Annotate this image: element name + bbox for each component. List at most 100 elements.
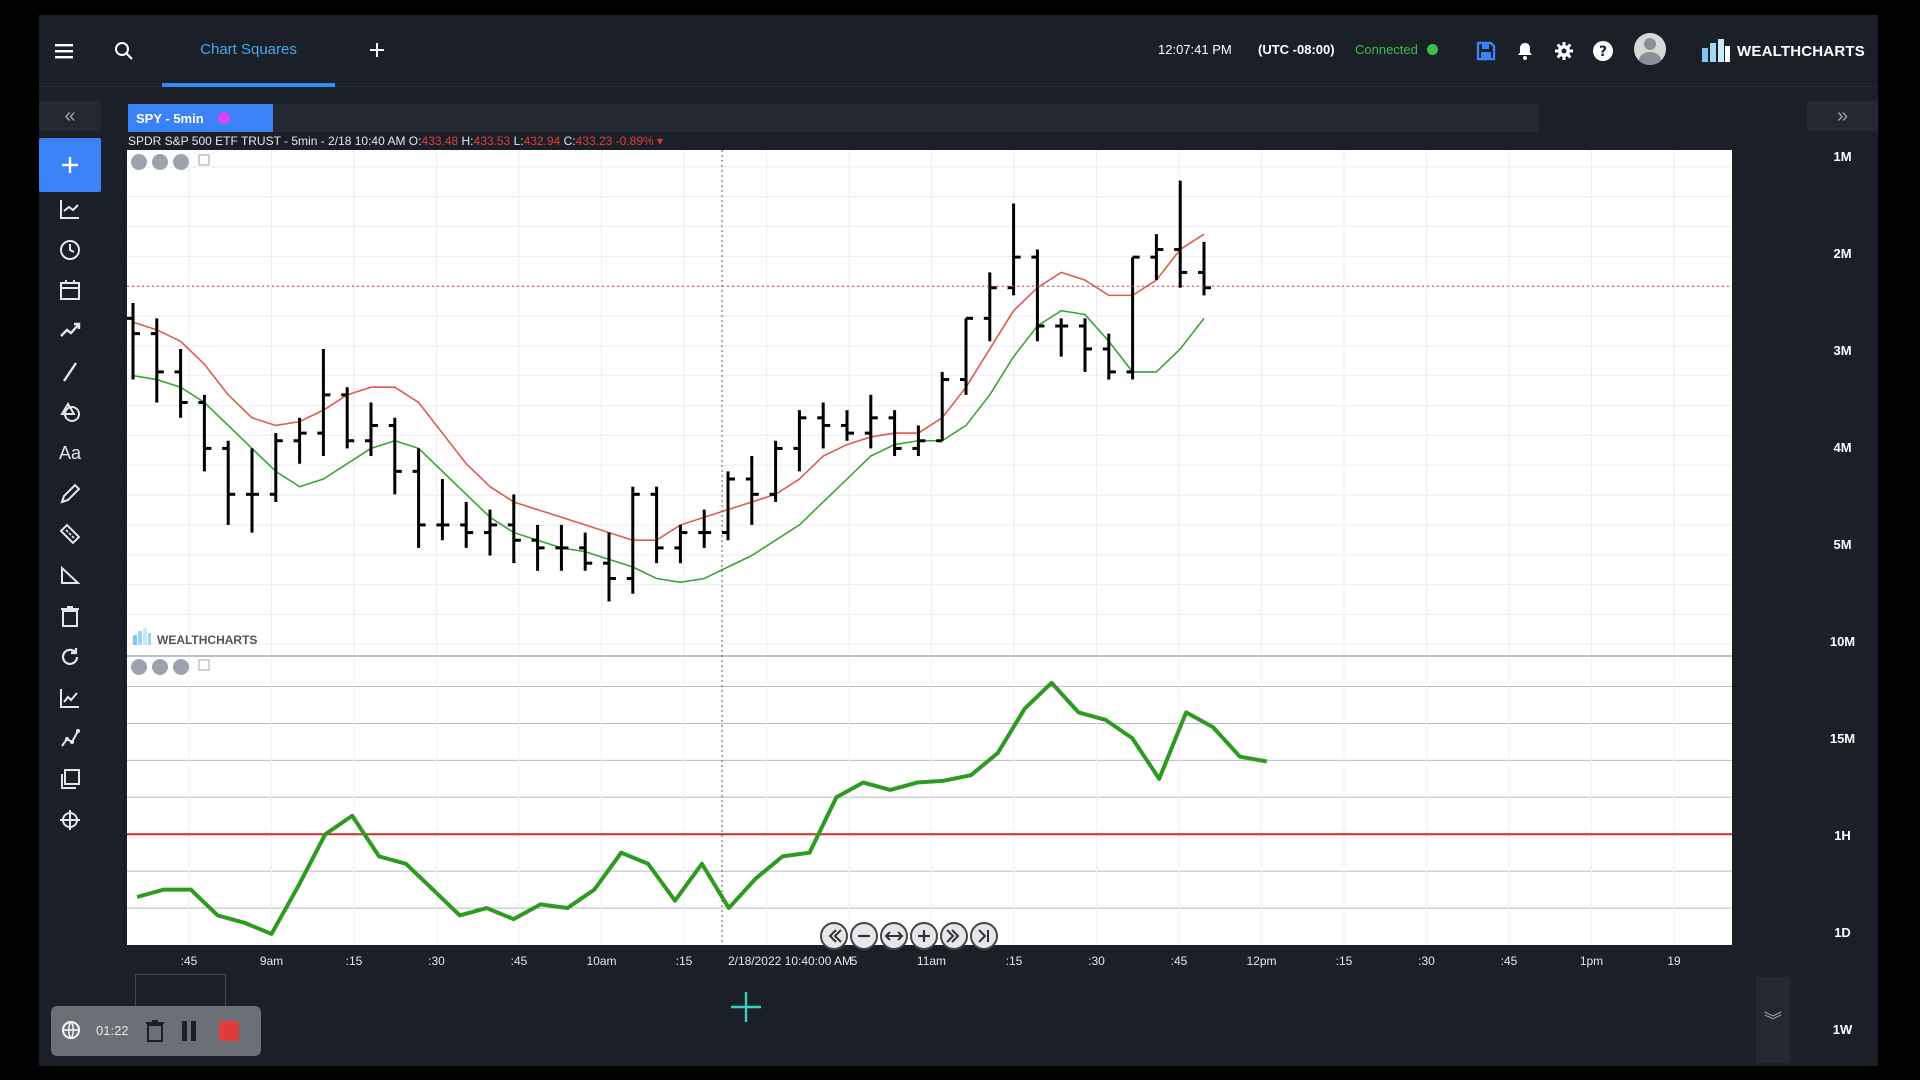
tab-label: Chart Squares [200, 40, 297, 58]
user-avatar[interactable] [1634, 33, 1666, 65]
timeframe-4m[interactable]: 4M [1807, 440, 1878, 455]
timeframe-1h[interactable]: 1H [1807, 828, 1878, 843]
top-bar: Chart Squares 12:07:41 PM (UTC -08:00) C… [39, 15, 1878, 87]
price-pane-bg [127, 150, 1732, 655]
text-tool-icon[interactable]: Aa [55, 438, 85, 468]
connection-status: Connected [1355, 42, 1418, 57]
strategy-icon[interactable] [55, 723, 85, 753]
close-label: C: [563, 134, 576, 148]
bell-icon[interactable] [1511, 37, 1539, 65]
symbol-tab-label: SPY - 5min [136, 110, 204, 126]
collapse-bottom-icon[interactable]: ︾ [1756, 977, 1790, 1063]
pause-icon[interactable] [181, 1020, 197, 1047]
shapes-icon[interactable] [55, 397, 85, 427]
clock-icon[interactable] [55, 235, 85, 265]
high-value: 433.53 [473, 134, 511, 148]
ohlc-info: SPDR S&P 500 ETF TRUST - 5min - 2/18 10:… [128, 134, 663, 150]
time-tick-label: :30 [428, 954, 445, 968]
osc-move-down-icon[interactable] [152, 659, 168, 675]
time-tick-label: 19 [1667, 954, 1681, 968]
calendar-icon[interactable] [55, 275, 85, 305]
timeframe-2m[interactable]: 2M [1807, 246, 1878, 261]
wealthcharts-logo-icon [1702, 39, 1730, 62]
save-icon[interactable] [1472, 37, 1500, 65]
connection-dot-icon [1427, 44, 1438, 55]
timeframe-10m[interactable]: 10M [1807, 634, 1878, 649]
app-window: Chart Squares 12:07:41 PM (UTC -08:00) C… [39, 15, 1878, 1066]
scroll-right-button[interactable] [940, 922, 968, 950]
change-arrow-icon: ▾ [657, 134, 664, 148]
menu-icon[interactable] [50, 37, 78, 65]
hide-pane-icon[interactable] [131, 154, 147, 170]
timeframe-1m[interactable]: 1M [1807, 149, 1878, 164]
time-tick-label: :30 [1088, 954, 1105, 968]
ruler-icon[interactable] [55, 519, 85, 549]
timeframe-1d[interactable]: 1D [1807, 925, 1878, 940]
time-tick-label: :15 [676, 954, 693, 968]
close-value: 433.23 [575, 134, 613, 148]
chart-type-icon[interactable] [55, 194, 85, 224]
open-label: O: [408, 134, 422, 148]
timeframe-1w[interactable]: 1W [1807, 1022, 1878, 1037]
trash-icon[interactable] [55, 601, 85, 631]
refresh-icon[interactable] [55, 642, 85, 672]
add-tab-button[interactable] [369, 37, 385, 65]
recorder-trash-icon[interactable] [145, 1018, 165, 1047]
low-label: L: [513, 134, 524, 148]
chart-panel: SPY - 5min SPDR S&P 500 ETF TRUST - 5min… [125, 104, 1732, 1054]
move-up-icon[interactable] [173, 154, 189, 170]
clock: 12:07:41 PM [1158, 42, 1232, 57]
reset-zoom-button[interactable] [880, 922, 908, 950]
trend-icon[interactable] [55, 315, 85, 345]
svg-text:?: ? [1599, 44, 1607, 60]
copy-icon[interactable] [55, 764, 85, 794]
time-tick-label: 11am [917, 954, 946, 968]
trendline-icon[interactable] [55, 357, 85, 387]
timeframe-5m[interactable]: 5M [1807, 537, 1878, 552]
scroll-to-end-button[interactable] [970, 922, 998, 950]
search-icon[interactable] [110, 37, 138, 65]
interval-info: - 5min - 2/18 10:40 AM [280, 134, 406, 148]
time-tick-label: :30 [1418, 954, 1435, 968]
high-label: H: [461, 134, 474, 148]
instrument-name: SPDR S&P 500 ETF TRUST [128, 134, 281, 148]
stop-recording-button[interactable] [219, 1021, 239, 1041]
add-button[interactable] [39, 138, 101, 192]
drawing-toolbar: « Aa [39, 101, 101, 1066]
crosshair-icon[interactable] [55, 805, 85, 835]
brand-logo: WEALTHCHARTS [1701, 37, 1865, 65]
collapse-left-icon[interactable]: « [39, 101, 101, 131]
help-icon[interactable]: ? [1589, 37, 1617, 65]
expand-right-icon[interactable]: » [1807, 101, 1878, 131]
mouse-crosshair-cursor [731, 992, 761, 1022]
watermark-text: WEALTHCHARTS [157, 633, 257, 647]
move-down-icon[interactable] [152, 154, 168, 170]
recording-timer: 01:22 [96, 1023, 129, 1038]
time-tick-label: 9am [260, 954, 283, 968]
zoom-in-button[interactable] [910, 922, 938, 950]
symbol-tab[interactable]: SPY - 5min [128, 104, 273, 132]
pencil-icon[interactable] [55, 479, 85, 509]
timeframe-bar: » 1M 2M 3M 4M 5M 10M 15M 1H 1D 1W [1807, 101, 1878, 1066]
time-axis: :459am:15:30:4510am:1510:30:4511am:15:30… [127, 945, 1732, 975]
time-tick-label: :45 [511, 954, 528, 968]
hide-oscillator-icon[interactable] [131, 659, 147, 675]
timeframe-3m[interactable]: 3M [1807, 343, 1878, 358]
crosshair-time: 2/18/2022 10:40:00 AM [728, 954, 852, 968]
chart-svg[interactable]: :459am:15:30:4510am:1510:30:4511am:15:30… [127, 150, 1732, 978]
recorder-globe-icon[interactable] [61, 1020, 81, 1045]
time-tick-label: :15 [1336, 954, 1353, 968]
symbol-color-dot[interactable] [217, 112, 230, 124]
time-tick-label: 12pm [1246, 954, 1276, 968]
scroll-left-button[interactable] [820, 922, 848, 950]
indicator-icon[interactable] [55, 683, 85, 713]
crosshair-time-label: 2/18/2022 10:40:00 AM [728, 950, 852, 970]
tab-chart-squares[interactable]: Chart Squares [162, 15, 335, 87]
measure-icon[interactable] [55, 560, 85, 590]
timeframe-15m[interactable]: 15M [1807, 731, 1878, 746]
gear-icon[interactable] [1550, 37, 1578, 65]
osc-move-up-icon[interactable] [173, 659, 189, 675]
time-tick-label: :45 [1501, 954, 1518, 968]
timezone: (UTC -08:00) [1258, 42, 1335, 57]
zoom-out-button[interactable] [850, 922, 878, 950]
